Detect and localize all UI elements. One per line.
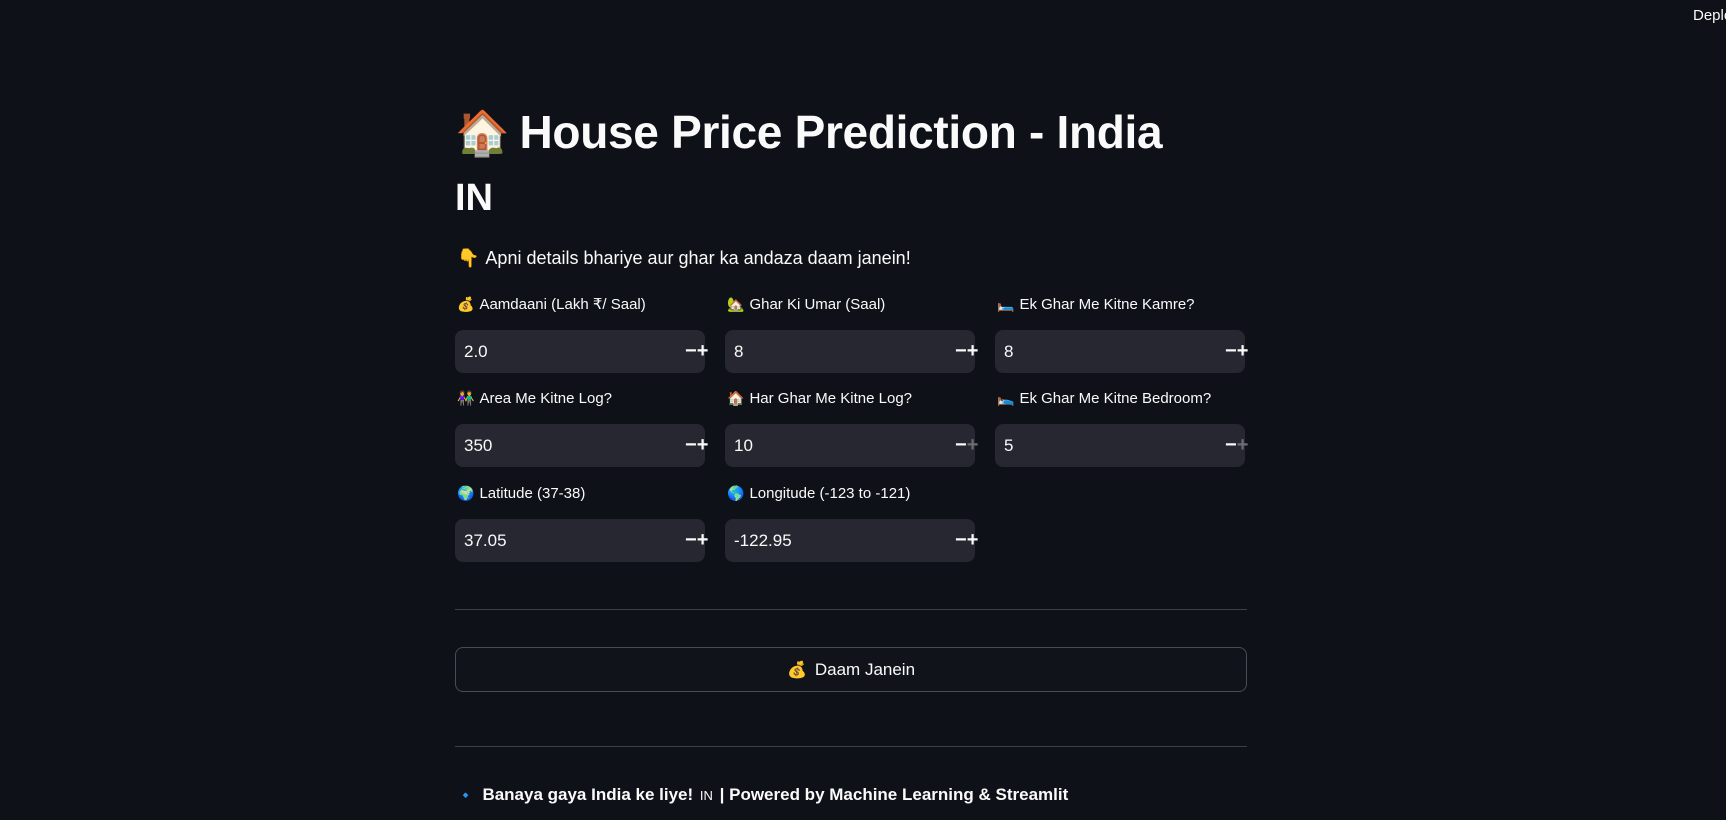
money-bag-icon: 💰 [786, 661, 807, 679]
globe-africa-icon: 🌍 [457, 485, 475, 501]
money-bag-icon: 💰 [457, 296, 475, 312]
income-label: 💰 Aamdaani (Lakh ₹/ Saal) [457, 294, 705, 314]
instruction-text: 👇 Apni details bhariye aur ghar ka andaza… [457, 246, 911, 271]
bedrooms-increment-button[interactable]: + [1237, 424, 1249, 467]
latitude-decrement-button[interactable]: − [685, 519, 697, 562]
predict-button-label: Daam Janein [814, 659, 916, 679]
longitude-input[interactable] [725, 519, 955, 562]
longitude-stepper: − + [725, 519, 978, 562]
rooms-field: 🛏️Ek Ghar Me Kitne Kamre? − + [995, 294, 1248, 373]
latitude-label-text: Latitude (37-38) [479, 485, 586, 502]
bed-icon: 🛏️ [997, 296, 1015, 312]
longitude-label: 🌎 Longitude (-123 to -121) [727, 483, 975, 503]
rooms-label-text: Ek Ghar Me Kitne Kamre? [1019, 296, 1195, 313]
rooms-increment-button[interactable]: + [1237, 330, 1249, 373]
income-field: 💰Aamdaani (Lakh ₹/ Saal) − + [455, 294, 708, 373]
divider-bottom [455, 746, 1247, 747]
longitude-label-text: Longitude (-123 to -121) [749, 485, 911, 502]
bedrooms-label-text: Ek Ghar Me Kitne Bedroom? [1019, 390, 1212, 407]
india-flag-code: IN [455, 177, 493, 219]
occupancy-decrement-button[interactable]: − [955, 424, 967, 467]
bedrooms-label: 🛌 Ek Ghar Me Kitne Bedroom? [997, 388, 1245, 408]
people-icon: 👫 [457, 390, 475, 406]
bedrooms-input[interactable] [995, 424, 1225, 467]
population-label-text: Area Me Kitne Log? [479, 390, 613, 407]
divider-top [455, 609, 1247, 610]
income-increment-button[interactable]: + [697, 330, 709, 373]
pointing-down-icon: 👇 [457, 248, 480, 268]
population-field: 👫Area Me Kitne Log? − + [455, 388, 708, 467]
longitude-field: 🌎Longitude (-123 to -121) − + [725, 483, 978, 562]
population-stepper: − + [455, 424, 708, 467]
population-label: 👫 Area Me Kitne Log? [457, 388, 705, 408]
occupancy-label: 🏠 Har Ghar Me Kitne Log? [727, 388, 975, 408]
footer-flag-code: IN [699, 788, 713, 803]
house-age-decrement-button[interactable]: − [955, 330, 967, 373]
income-stepper: − + [455, 330, 708, 373]
person-in-bed-icon: 🛌 [997, 390, 1015, 406]
longitude-decrement-button[interactable]: − [955, 519, 967, 562]
rooms-label: 🛏️ Ek Ghar Me Kitne Kamre? [997, 294, 1245, 314]
footer-text-after: | Powered by Machine Learning & Streamli… [719, 785, 1069, 804]
globe-americas-icon: 🌎 [727, 485, 745, 501]
footer-text: 🔹 Banaya gaya India ke liye! IN | Powered… [457, 785, 1068, 805]
house-age-stepper: − + [725, 330, 978, 373]
population-increment-button[interactable]: + [697, 424, 709, 467]
house-age-label: 🏡 Ghar Ki Umar (Saal) [727, 294, 975, 314]
latitude-label: 🌍 Latitude (37-38) [457, 483, 705, 503]
page-title-text: House Price Prediction - India [519, 106, 1163, 158]
footer-text-before: Banaya gaya India ke liye! [482, 785, 694, 804]
population-input[interactable] [455, 424, 685, 467]
latitude-input[interactable] [455, 519, 685, 562]
latitude-stepper: − + [455, 519, 708, 562]
page-title: 🏠 House Price Prediction - India [455, 105, 1163, 161]
predict-button[interactable]: 💰 Daam Janein [455, 647, 1247, 692]
latitude-increment-button[interactable]: + [697, 519, 709, 562]
instruction-label: Apni details bhariye aur ghar ka andaza … [485, 248, 911, 268]
occupancy-field: 🏠Har Ghar Me Kitne Log? − + [725, 388, 978, 467]
house-age-increment-button[interactable]: + [967, 330, 979, 373]
income-decrement-button[interactable]: − [685, 330, 697, 373]
house-icon: 🏠 [727, 390, 745, 406]
rooms-decrement-button[interactable]: − [1225, 330, 1237, 373]
occupancy-input[interactable] [725, 424, 955, 467]
bedrooms-field: 🛌Ek Ghar Me Kitne Bedroom? − + [995, 388, 1248, 467]
rooms-stepper: − + [995, 330, 1248, 373]
longitude-increment-button[interactable]: + [967, 519, 979, 562]
occupancy-stepper: − + [725, 424, 978, 467]
deploy-button[interactable]: Deplo [1693, 7, 1726, 24]
house-age-field: 🏡Ghar Ki Umar (Saal) − + [725, 294, 978, 373]
occupancy-increment-button[interactable]: + [967, 424, 979, 467]
house-icon: 🏠 [455, 109, 510, 158]
rooms-input[interactable] [995, 330, 1225, 373]
bedrooms-stepper: − + [995, 424, 1248, 467]
income-label-text: Aamdaani (Lakh ₹/ Saal) [479, 296, 646, 313]
house-age-label-text: Ghar Ki Umar (Saal) [749, 296, 886, 313]
occupancy-label-text: Har Ghar Me Kitne Log? [749, 390, 913, 407]
population-decrement-button[interactable]: − [685, 424, 697, 467]
income-input[interactable] [455, 330, 685, 373]
blue-diamond-icon: 🔹 [457, 787, 475, 803]
bedrooms-decrement-button[interactable]: − [1225, 424, 1237, 467]
latitude-field: 🌍Latitude (37-38) − + [455, 483, 708, 562]
house-age-input[interactable] [725, 330, 955, 373]
house-garden-icon: 🏡 [727, 296, 745, 312]
